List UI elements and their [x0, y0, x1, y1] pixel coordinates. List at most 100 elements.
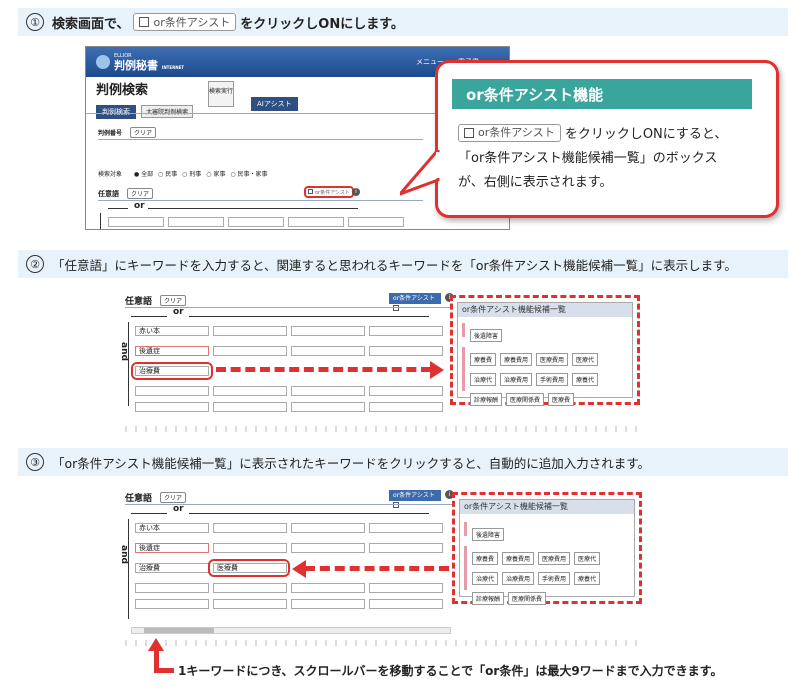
keyword-input[interactable] — [213, 543, 287, 553]
or-label: or — [173, 307, 184, 317]
keyword-chip[interactable]: 治療費用 — [502, 572, 535, 585]
keyword-input[interactable] — [369, 543, 443, 553]
keyword-chip[interactable]: 医療費用 — [536, 353, 569, 366]
or-line — [108, 208, 128, 209]
keyword-input[interactable] — [213, 583, 287, 593]
clear-button[interactable]: クリア — [160, 295, 187, 306]
keyword-input[interactable] — [369, 523, 443, 533]
keyword-chip[interactable]: 療養費用 — [502, 552, 535, 565]
keyword-input[interactable] — [291, 523, 365, 533]
keyword-input[interactable] — [168, 217, 224, 227]
clear-button[interactable]: クリア — [127, 188, 154, 199]
logo-sub: INTERNET — [161, 65, 185, 70]
keyword-chip[interactable]: 治療費用 — [500, 373, 533, 386]
or-assist-toggle[interactable]: or条件アシスト — [389, 293, 441, 311]
keyword-chip[interactable]: 診療報酬 — [470, 393, 503, 406]
footnote: 1キーワードにつき、スクロールバーを移動することで「or条件」は最大9ワードまで… — [178, 664, 723, 678]
search-execute-button[interactable]: 検索実行 — [208, 81, 234, 107]
keyword-input[interactable] — [135, 599, 209, 609]
clear-button[interactable]: クリア — [160, 492, 187, 503]
keyword-input[interactable] — [348, 217, 404, 227]
target-civil-family[interactable]: ○ 民事・家事 — [230, 171, 267, 178]
keyword-input[interactable] — [213, 599, 287, 609]
tab-old-court-search[interactable]: 大審院判例検索 — [141, 105, 194, 118]
keyword-chip[interactable]: 後遺障害 — [472, 528, 505, 541]
keyword-chip[interactable]: 療養代 — [572, 373, 599, 386]
keyword-input[interactable] — [135, 583, 209, 593]
search-target-row: 検索対象 ● 全部 ○ 民事 ○ 刑事 ○ 家事 ○ 民事・家事 — [98, 169, 267, 178]
keyword-input[interactable] — [369, 346, 443, 356]
keyword-input-2[interactable]: 後遺症 — [135, 346, 209, 356]
keyword-chip[interactable]: 後遺障害 — [470, 329, 503, 342]
target-criminal[interactable]: ○ 刑事 — [182, 171, 201, 178]
logo-text: 判例秘書 — [114, 59, 158, 72]
keyword-input[interactable] — [291, 326, 365, 336]
keyword-input[interactable] — [291, 599, 365, 609]
keyword-chip[interactable]: 療養費 — [470, 353, 497, 366]
keyword-chip[interactable]: 医療費用 — [538, 552, 571, 565]
keyword-input[interactable] — [135, 402, 209, 412]
pink-marker — [464, 522, 467, 536]
keyword-input[interactable] — [369, 402, 443, 412]
keyword-input-3[interactable]: 治療費 — [135, 563, 209, 573]
clear-button[interactable]: クリア — [130, 127, 157, 138]
step2-bar: ② 「任意語」にキーワードを入力すると、関連すると思われるキーワードを「or条件… — [18, 250, 788, 278]
keyword-input[interactable] — [108, 217, 164, 227]
info-icon[interactable]: i — [352, 188, 360, 196]
keyword-chip[interactable]: 治療代 — [470, 373, 497, 386]
tab-case-search[interactable]: 判例検索 — [96, 105, 136, 119]
panel-title: or条件アシスト機能候補一覧 — [458, 303, 632, 317]
keyword-input[interactable] — [228, 217, 284, 227]
keyword-input[interactable] — [369, 583, 443, 593]
keyword-input[interactable] — [291, 346, 365, 356]
keyword-input[interactable] — [213, 346, 287, 356]
step-number: ③ — [26, 453, 44, 471]
keyword-input[interactable] — [369, 386, 443, 396]
keyword-row: 任意語 クリア — [125, 491, 187, 504]
keyword-input[interactable] — [369, 599, 443, 609]
keyword-input[interactable] — [369, 326, 443, 336]
keyword-input-1[interactable]: 赤い本 — [135, 326, 209, 336]
scrollbar-thumb[interactable] — [144, 628, 214, 633]
keyword-input[interactable] — [213, 386, 287, 396]
keyword-chip[interactable]: 療養代 — [574, 572, 601, 585]
keyword-input[interactable] — [213, 402, 287, 412]
keyword-input[interactable] — [291, 543, 365, 553]
arrow-line — [216, 367, 431, 372]
keyword-chip[interactable]: 医療代 — [574, 552, 601, 565]
keyword-input[interactable] — [288, 217, 344, 227]
keyword-chip[interactable]: 療養費 — [472, 552, 499, 565]
keyword-chip[interactable]: 手術費用 — [536, 373, 569, 386]
panel-title: or条件アシスト機能候補一覧 — [460, 500, 634, 514]
horizontal-scrollbar[interactable] — [131, 627, 451, 634]
keyword-input[interactable] — [291, 386, 365, 396]
or-assist-toggle[interactable]: or条件アシスト — [389, 490, 441, 508]
note-arrow-head — [148, 638, 164, 651]
keyword-chip[interactable]: 手術費用 — [538, 572, 571, 585]
keyword-chip[interactable]: 診療報酬 — [472, 592, 505, 605]
step-number: ② — [26, 255, 44, 273]
keyword-input[interactable] — [291, 583, 365, 593]
step1-post: をクリックしONにします。 — [240, 16, 404, 32]
or-assist-toggle[interactable]: or条件アシスト — [304, 186, 354, 198]
or-label: or — [134, 201, 145, 211]
keyword-input[interactable] — [135, 386, 209, 396]
keyword-chip[interactable]: 療養費用 — [500, 353, 533, 366]
keyword-chip[interactable]: 医療関係費 — [506, 393, 545, 406]
keyword-chip[interactable]: 治療代 — [472, 572, 499, 585]
checkbox-icon — [393, 305, 399, 311]
keyword-chip[interactable]: 医療代 — [572, 353, 599, 366]
keyword-input-2[interactable]: 後遺症 — [135, 543, 209, 553]
keyword-chip[interactable]: 医療費 — [548, 393, 575, 406]
keyword-input[interactable] — [213, 523, 287, 533]
target-civil[interactable]: ○ 民事 — [158, 171, 177, 178]
or-line — [131, 513, 167, 514]
keyword-chip[interactable]: 医療関係費 — [508, 592, 547, 605]
keyword-input[interactable] — [291, 402, 365, 412]
target-all[interactable]: ● 全部 — [134, 171, 153, 178]
keyword-input-1[interactable]: 赤い本 — [135, 523, 209, 533]
ai-assist-button[interactable]: AIアシスト — [251, 97, 298, 111]
keyword-input[interactable] — [213, 326, 287, 336]
checkbox-icon — [139, 17, 150, 27]
target-family[interactable]: ○ 家事 — [206, 171, 225, 178]
